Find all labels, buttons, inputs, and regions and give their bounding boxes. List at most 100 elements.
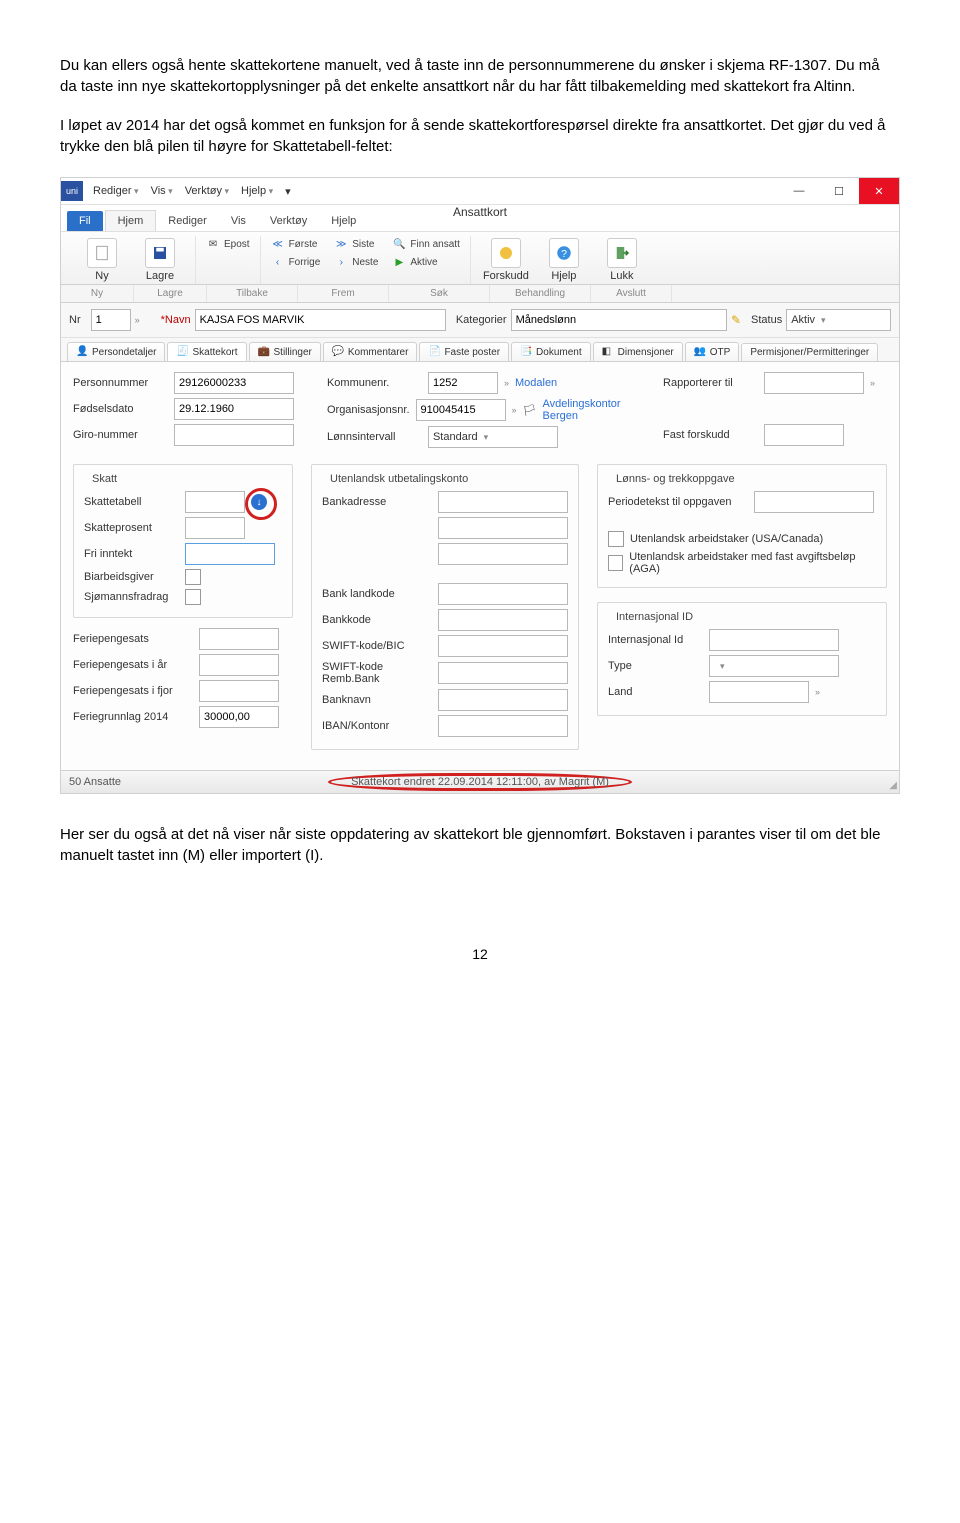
- ribbon-tab-rediger[interactable]: Rediger: [156, 211, 219, 231]
- ribbon-forrige[interactable]: ‹Forrige: [271, 254, 321, 270]
- skatteprosent-input[interactable]: [185, 517, 245, 539]
- fpiaar-input[interactable]: [199, 654, 279, 676]
- rapp-lookup-icon[interactable]: »: [870, 378, 875, 388]
- nr-lookup-icon[interactable]: »: [135, 315, 140, 325]
- tab-skattekort[interactable]: 🧾Skattekort: [167, 342, 246, 361]
- utbetalingskonto-group: Utenlandsk utbetalingskonto Bankadresse …: [311, 464, 579, 750]
- kommune-lookup-icon[interactable]: »: [504, 378, 509, 388]
- biarbeidsgiver-label: Biarbeidsgiver: [84, 571, 179, 583]
- window-minimize[interactable]: —: [779, 178, 819, 204]
- menu-vis[interactable]: Vis ▾: [151, 185, 173, 197]
- friinntekt-input[interactable]: [185, 543, 275, 565]
- tab-kommentarer[interactable]: 💬Kommentarer: [323, 342, 418, 361]
- ribbon-hjelp[interactable]: ? Hjelp: [539, 236, 589, 284]
- iban-input[interactable]: [438, 715, 568, 737]
- giro-input[interactable]: [174, 424, 294, 446]
- ribbon: Ny Lagre ✉Epost ≪Første ‹Forrige ≫Siste: [61, 231, 899, 285]
- status-bar: 50 Ansatte Skattekort endret 22.09.2014 …: [61, 770, 899, 793]
- bankadresse-input-2[interactable]: [438, 517, 568, 539]
- navn-input[interactable]: [195, 309, 446, 331]
- ribbon-tab-hjelp[interactable]: Hjelp: [319, 211, 368, 231]
- lto-group: Lønns- og trekkoppgave Periodetekst til …: [597, 464, 887, 588]
- biarbeidsgiver-checkbox[interactable]: [185, 569, 201, 585]
- intid-input[interactable]: [709, 629, 839, 651]
- swiftremb-input[interactable]: [438, 662, 568, 684]
- tab-otp[interactable]: 👥OTP: [685, 342, 740, 361]
- ribbon-ny[interactable]: Ny: [77, 236, 127, 284]
- periodetekst-input[interactable]: [754, 491, 874, 513]
- kategorier-input[interactable]: [511, 309, 727, 331]
- next-icon: ›: [334, 255, 348, 269]
- banknavn-input[interactable]: [438, 689, 568, 711]
- tab-persondetaljer[interactable]: 👤Persondetaljer: [67, 342, 165, 361]
- type-label: Type: [608, 660, 703, 672]
- menu-rediger[interactable]: Rediger ▾: [93, 185, 139, 197]
- org-input[interactable]: [416, 399, 506, 421]
- menu-verktoy[interactable]: Verktøy ▾: [185, 185, 229, 197]
- ribbon-tab-fil[interactable]: Fil: [67, 211, 103, 231]
- swift-input[interactable]: [438, 635, 568, 657]
- ribbon-lagre[interactable]: Lagre: [135, 236, 185, 284]
- org-lookup-icon[interactable]: »: [512, 405, 517, 415]
- land-lookup-icon[interactable]: »: [815, 687, 820, 697]
- ribbon-lukk[interactable]: Lukk: [597, 236, 647, 284]
- fpsats-input[interactable]: [199, 628, 279, 650]
- edit-icon[interactable]: ✎: [731, 313, 741, 327]
- lonnint-select[interactable]: Standard▾: [428, 426, 558, 448]
- menu-overflow[interactable]: ▾: [285, 185, 291, 198]
- utl-aga-checkbox[interactable]: [608, 555, 623, 571]
- advance-icon: [491, 238, 521, 268]
- dimension-icon: ◧: [602, 346, 614, 358]
- rapp-input[interactable]: [764, 372, 864, 394]
- window-maximize[interactable]: ☐: [819, 178, 859, 204]
- fpifjor-input[interactable]: [199, 680, 279, 702]
- ribbon-forste[interactable]: ≪Første: [271, 236, 321, 252]
- nr-label: Nr: [69, 314, 81, 326]
- ribbon-epost[interactable]: ✉Epost: [206, 236, 250, 252]
- ribbon-aktive[interactable]: ▶Aktive: [392, 254, 459, 270]
- type-select[interactable]: ▾: [709, 655, 839, 677]
- tab-faste-poster[interactable]: 📄Faste poster: [419, 342, 509, 361]
- ribbon-tab-hjem[interactable]: Hjem: [105, 210, 157, 231]
- status-select[interactable]: Aktiv▾: [786, 309, 891, 331]
- tab-stillinger[interactable]: 💼Stillinger: [249, 342, 321, 361]
- tab-permisjoner[interactable]: Permisjoner/Permitteringer: [741, 343, 878, 361]
- ribbon-neste[interactable]: ›Neste: [334, 254, 378, 270]
- fg2014-input[interactable]: [199, 706, 279, 728]
- exit-icon: [607, 238, 637, 268]
- window-close[interactable]: ✕: [859, 178, 899, 204]
- new-icon: [87, 238, 117, 268]
- paragraph-1: Du kan ellers også hente skattekortene m…: [60, 55, 900, 97]
- menu-hjelp[interactable]: Hjelp ▾: [241, 185, 273, 197]
- record-header: Nr » *Navn Kategorier ✎ Status Aktiv▾: [61, 303, 899, 338]
- intid-group: Internasjonal ID Internasjonal Id Type▾ …: [597, 602, 887, 716]
- bankadresse-input-1[interactable]: [438, 491, 568, 513]
- bankadresse-input-3[interactable]: [438, 543, 568, 565]
- fastforskudd-input[interactable]: [764, 424, 844, 446]
- land-input[interactable]: [709, 681, 809, 703]
- ribbon-forskudd[interactable]: Forskudd: [481, 236, 531, 284]
- tab-dimensjoner[interactable]: ◧Dimensjoner: [593, 342, 683, 361]
- banklandkode-input[interactable]: [438, 583, 568, 605]
- fetch-taxcard-button[interactable]: ↓: [251, 494, 267, 510]
- rapp-label: Rapporterer til: [663, 377, 758, 389]
- ribbon-siste[interactable]: ≫Siste: [334, 236, 378, 252]
- ribbon-tab-verktoy[interactable]: Verktøy: [258, 211, 319, 231]
- resize-grip-icon[interactable]: ◢: [889, 780, 897, 791]
- ribbon-finn[interactable]: 🔍Finn ansatt: [392, 236, 459, 252]
- personnr-input[interactable]: [174, 372, 294, 394]
- ribbon-tab-vis[interactable]: Vis: [219, 211, 258, 231]
- intid-label: Internasjonal Id: [608, 634, 703, 646]
- tab-dokument[interactable]: 📑Dokument: [511, 342, 591, 361]
- nr-input[interactable]: [91, 309, 131, 331]
- ribbon-tabs: Fil Hjem Rediger Vis Verktøy Hjelp: [61, 205, 899, 231]
- kommune-input[interactable]: [428, 372, 498, 394]
- utbetalingskonto-legend: Utenlandsk utbetalingskonto: [326, 473, 472, 485]
- filter-icon: ▶: [392, 255, 406, 269]
- red-highlight-oval: Skattekort endret 22.09.2014 12:11:00, a…: [328, 773, 632, 791]
- skattetabell-input[interactable]: [185, 491, 245, 513]
- bankkode-input[interactable]: [438, 609, 568, 631]
- sjomannsfradrag-checkbox[interactable]: [185, 589, 201, 605]
- utl-usa-checkbox[interactable]: [608, 531, 624, 547]
- fdato-input[interactable]: [174, 398, 294, 420]
